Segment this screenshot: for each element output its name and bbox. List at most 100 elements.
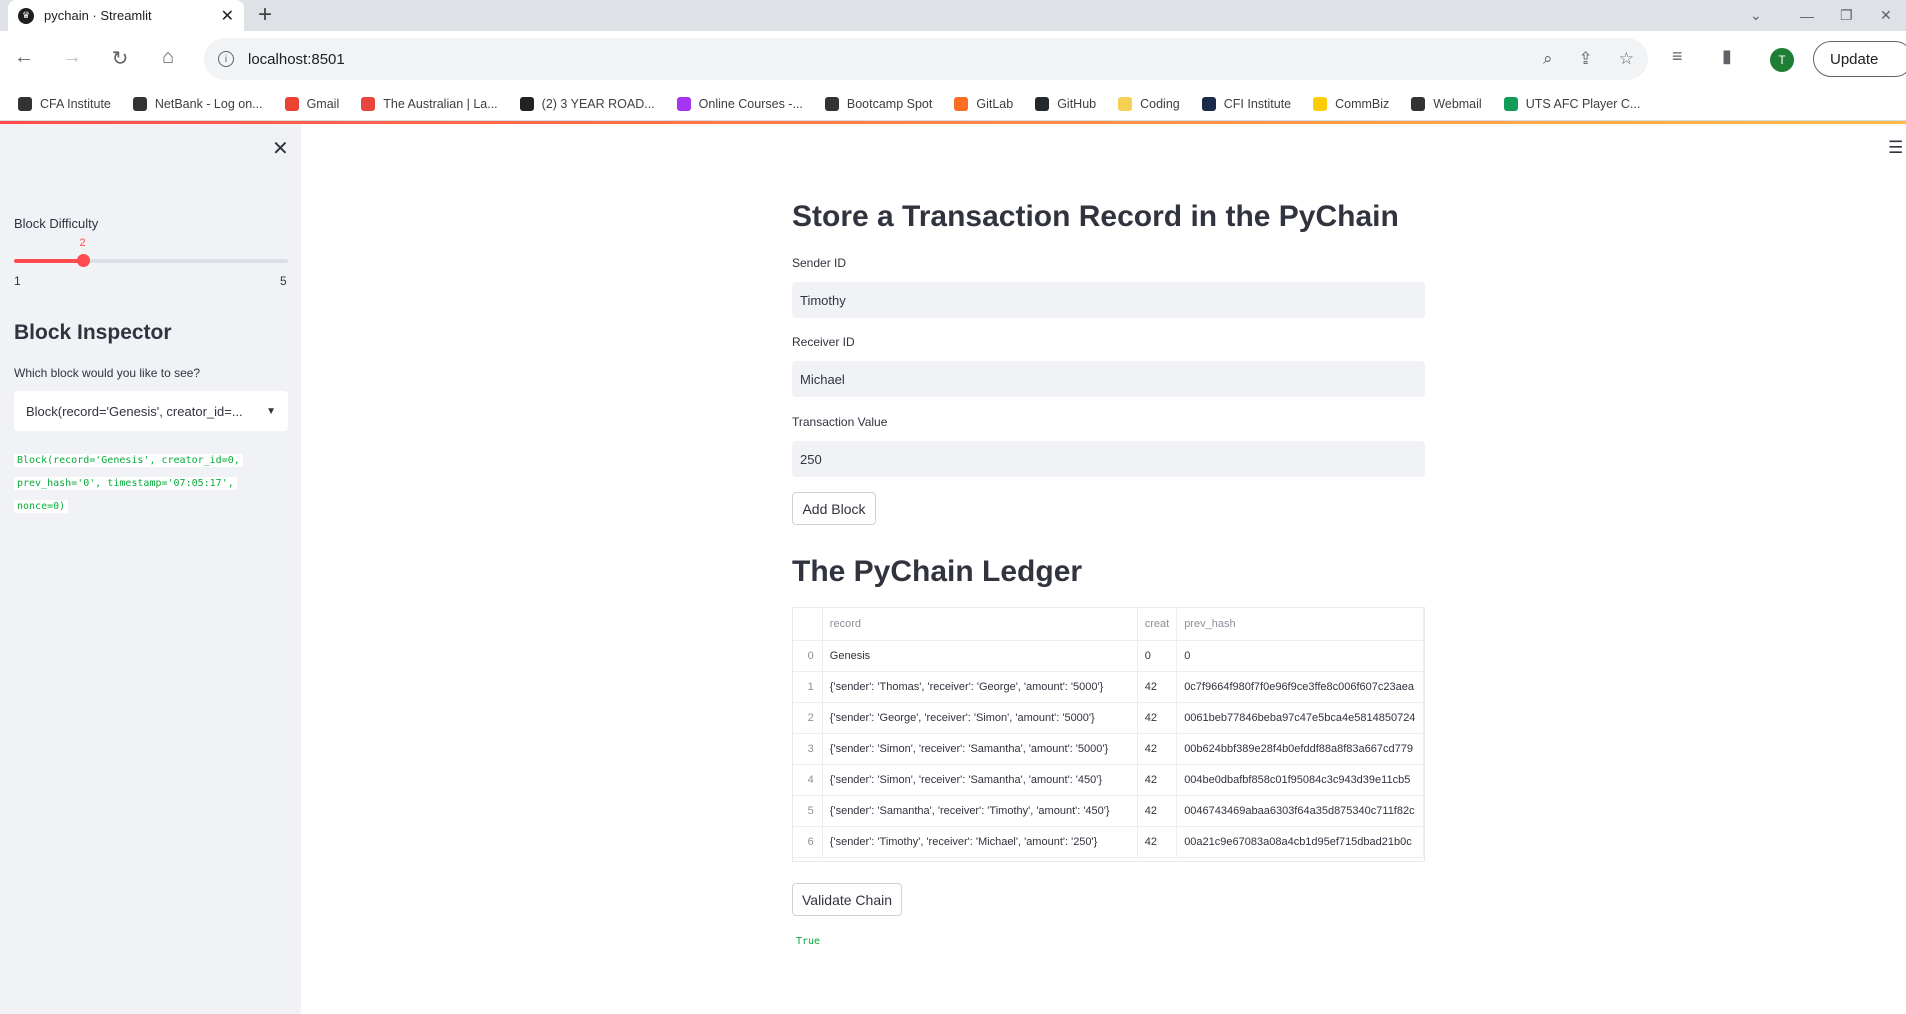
bookmark-item[interactable]: Webmail	[1411, 96, 1482, 111]
table-cell: {'sender': 'Simon', 'receiver': 'Samanth…	[822, 733, 1138, 765]
bookmark-favicon-icon	[519, 96, 534, 111]
side-panel-icon[interactable]: ▮	[1722, 46, 1732, 67]
media-icon[interactable]: ≡	[1672, 46, 1683, 67]
url-text: localhost:8501	[248, 50, 345, 68]
table-cell: 0c7f9664f980f7f0e96f9ce3ffe8c006f607c23a…	[1176, 671, 1424, 703]
table-cell: 4	[793, 764, 823, 796]
back-icon[interactable]: ←	[10, 46, 38, 69]
table-row[interactable]: 3 {'sender': 'Simon', 'receiver': 'Samant…	[793, 733, 1424, 765]
transaction-value: 250	[800, 451, 822, 467]
reload-icon[interactable]: ↻	[106, 46, 134, 71]
receiver-label: Receiver ID	[792, 335, 855, 349]
sender-input[interactable]: Timothy	[792, 282, 1425, 318]
bookmark-label: The Australian | La...	[383, 96, 498, 111]
table-cell: 1	[793, 671, 823, 703]
block-select[interactable]: Block(record='Genesis', creator_id=... ▼	[14, 391, 288, 431]
bookmark-label: GitLab	[976, 96, 1014, 111]
browser-tab[interactable]: ♛ pychain · Streamlit ✕	[8, 0, 244, 31]
window-close-icon[interactable]: ✕	[1880, 0, 1892, 31]
bookmark-label: Coding	[1140, 96, 1180, 111]
block-output-line: nonce=0)	[14, 500, 69, 513]
table-row[interactable]: 2 {'sender': 'George', 'receiver': 'Simon…	[793, 702, 1424, 734]
receiver-value: Michael	[800, 371, 845, 387]
bookmark-item[interactable]: CFA Institute	[18, 96, 111, 111]
slider-thumb[interactable]	[76, 254, 90, 267]
bookmark-item[interactable]: UTS AFC Player C...	[1503, 96, 1640, 111]
table-cell: 0	[1137, 640, 1178, 672]
slider-max: 5	[280, 274, 287, 288]
minimize-icon[interactable]: —	[1800, 0, 1814, 31]
update-button[interactable]: Update	[1813, 41, 1906, 77]
sidebar: ✕ Block Difficulty 2 1 5 Block Inspector…	[0, 124, 301, 1014]
bookmark-star-icon[interactable]: ☆	[1619, 49, 1634, 69]
validate-chain-button[interactable]: Validate Chain	[792, 883, 902, 916]
sidebar-close-icon[interactable]: ✕	[272, 136, 289, 161]
table-row[interactable]: 6 {'sender': 'Timothy', 'receiver': 'Mich…	[793, 826, 1424, 858]
store-title: Store a Transaction Record in the PyChai…	[792, 200, 1399, 233]
bookmark-item[interactable]: CommBiz	[1313, 96, 1389, 111]
table-cell: 42	[1137, 702, 1178, 734]
table-row[interactable]: 4 {'sender': 'Simon', 'receiver': 'Samant…	[793, 764, 1424, 796]
bookmark-item[interactable]: Coding	[1118, 96, 1180, 111]
validation-result: True	[796, 936, 821, 947]
table-row[interactable]: 0 Genesis 0 0	[793, 640, 1424, 672]
ledger-title: The PyChain Ledger	[792, 555, 1083, 588]
chevron-down-icon: ▼	[266, 405, 276, 417]
table-cell: 004be0dbafbf858c01f95084c3c943d39e11cb5	[1176, 764, 1424, 796]
sender-value: Timothy	[800, 292, 846, 308]
block-output-line: prev_hash='0', timestamp='07:05:17',	[14, 477, 237, 490]
site-info-icon[interactable]: i	[218, 51, 234, 67]
bookmark-item[interactable]: The Australian | La...	[361, 96, 498, 111]
share-icon[interactable]: ⇪	[1579, 49, 1593, 69]
bookmark-favicon-icon	[1313, 96, 1328, 111]
zoom-icon[interactable]: ⌕	[1543, 49, 1553, 69]
difficulty-slider[interactable]	[14, 254, 288, 267]
bookmark-favicon-icon	[1503, 96, 1518, 111]
table-cell: 00a21c9e67083a08a4cb1d95ef715dbad21b0c	[1176, 826, 1424, 858]
table-cell: 0061beb77846beba97c47e5bca4e5814850724	[1176, 702, 1424, 734]
bookmark-item[interactable]: GitHub	[1035, 96, 1096, 111]
tab-title: pychain · Streamlit	[44, 8, 152, 23]
table-cell: 42	[1137, 733, 1178, 765]
add-block-button[interactable]: Add Block	[792, 492, 876, 525]
tab-close-icon[interactable]: ✕	[221, 6, 234, 26]
bookmark-item[interactable]: GitLab	[954, 96, 1014, 111]
bookmark-item[interactable]: (2) 3 YEAR ROAD...	[519, 96, 655, 111]
table-cell: Genesis	[822, 640, 1138, 672]
tab-search-icon[interactable]: ⌄	[1750, 0, 1762, 31]
table-cell: 0046743469abaa6303f64a35d875340c711f82c	[1176, 795, 1424, 827]
bookmark-item[interactable]: Gmail	[284, 96, 339, 111]
block-inspector-title: Block Inspector	[14, 321, 172, 344]
bookmark-item[interactable]: CFI Institute	[1201, 96, 1292, 111]
bookmark-item[interactable]: Online Courses -...	[676, 96, 803, 111]
receiver-input[interactable]: Michael	[792, 361, 1425, 397]
bookmark-label: Bootcamp Spot	[846, 96, 933, 111]
table-row[interactable]: 1 {'sender': 'Thomas', 'receiver': 'Georg…	[793, 671, 1424, 703]
ledger-table[interactable]: record creat prev_hash 0 Genesis 0 0 1 {'sender…	[792, 607, 1425, 862]
table-row[interactable]: 5 {'sender': 'Samantha', 'receiver': 'Tim…	[793, 795, 1424, 827]
table-cell: {'sender': 'George', 'receiver': 'Simon'…	[822, 702, 1138, 734]
update-label: Update	[1830, 50, 1879, 68]
table-cell: 0	[1176, 640, 1424, 672]
main-menu-icon[interactable]: ☰	[1888, 138, 1903, 158]
table-cell: 00b624bbf389e28f4b0efddf88a8f83a667cd779	[1176, 733, 1424, 765]
slider-fill	[14, 259, 83, 263]
table-header[interactable]: prev_hash	[1176, 608, 1424, 641]
table-header[interactable]: creat	[1137, 608, 1178, 641]
home-icon[interactable]: ⌂	[154, 46, 182, 69]
validate-chain-label: Validate Chain	[801, 891, 893, 908]
table-header[interactable]: record	[822, 608, 1138, 641]
bookmark-item[interactable]: Bootcamp Spot	[824, 96, 933, 111]
forward-icon[interactable]: →	[58, 46, 86, 69]
transaction-value-input[interactable]: 250	[792, 441, 1425, 477]
table-header[interactable]	[793, 608, 823, 641]
address-bar[interactable]: i localhost:8501 ⌕ ⇪ ☆	[204, 38, 1648, 80]
sender-label: Sender ID	[792, 256, 847, 270]
bookmark-label: CFI Institute	[1223, 96, 1292, 111]
table-cell: {'sender': 'Samantha', 'receiver': 'Timo…	[822, 795, 1138, 827]
bookmarks-bar: CFA Institute NetBank - Log on... Gmail The…	[0, 87, 1906, 121]
profile-avatar[interactable]: T	[1770, 48, 1794, 72]
new-tab-icon[interactable]: +	[258, 2, 272, 28]
bookmark-item[interactable]: NetBank - Log on...	[132, 96, 263, 111]
restore-icon[interactable]: ❐	[1840, 0, 1853, 31]
